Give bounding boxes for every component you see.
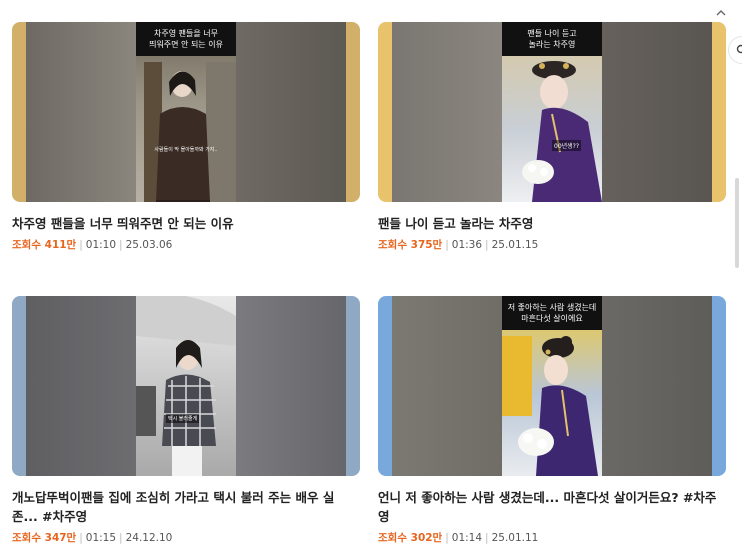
video-card[interactable]: 팬들 나이 듣고 놀라는 차주영 00년생?? 팬들 나이 듣고 놀라는 차주영… bbox=[378, 22, 726, 252]
video-title[interactable]: 언니 저 좋아하는 사람 생겼는데... 마흔다섯 살이거든요? #차주영 bbox=[378, 488, 726, 526]
video-thumbnail[interactable]: 저 좋아하는 사람 생겼는데 마흔다섯 살이에요 bbox=[378, 296, 726, 476]
video-frame: 팬들 나이 듣고 놀라는 차주영 00년생?? bbox=[502, 22, 602, 202]
video-thumbnail[interactable]: 택시 불러줄게 bbox=[12, 296, 360, 476]
video-frame: 차주영 팬들을 너무 띄워주면 안 되는 이유 사람들이 막 몰아들까봐 가지.… bbox=[136, 22, 236, 202]
person-illustration bbox=[144, 62, 236, 202]
video-title[interactable]: 개노답뚜벅이팬들 집에 조심히 가라고 택시 불러 주는 배우 실존... #차… bbox=[12, 488, 360, 526]
video-subtitle: 택시 불러줄게 bbox=[166, 414, 200, 423]
upload-date: 25.01.15 bbox=[491, 239, 539, 251]
video-title[interactable]: 팬들 나이 듣고 놀라는 차주영 bbox=[378, 214, 726, 233]
upload-date: 25.01.11 bbox=[491, 532, 539, 544]
person-illustration bbox=[502, 336, 598, 476]
view-count: 조회수 411만 bbox=[12, 239, 77, 251]
video-duration: 01:15 bbox=[85, 532, 117, 544]
view-count: 조회수 347만 bbox=[12, 532, 77, 544]
video-frame: 택시 불러줄게 bbox=[136, 296, 236, 476]
video-title[interactable]: 차주영 팬들을 너무 띄워주면 안 되는 이유 bbox=[12, 214, 360, 233]
video-subtitle: 사람들이 막 몰아들까봐 가지.. bbox=[154, 147, 218, 153]
scrollbar[interactable] bbox=[735, 178, 739, 268]
video-thumbnail[interactable]: 팬들 나이 듣고 놀라는 차주영 00년생?? bbox=[378, 22, 726, 202]
view-count: 조회수 375만 bbox=[378, 239, 443, 251]
video-subtitle: 00년생?? bbox=[552, 140, 582, 151]
person-illustration bbox=[522, 61, 602, 202]
upload-date: 25.03.06 bbox=[125, 239, 173, 251]
video-duration: 01:14 bbox=[451, 532, 483, 544]
person-illustration bbox=[136, 296, 236, 476]
video-card[interactable]: 차주영 팬들을 너무 띄워주면 안 되는 이유 사람들이 막 몰아들까봐 가지.… bbox=[12, 22, 360, 252]
video-duration: 01:36 bbox=[451, 239, 483, 251]
video-frame: 저 좋아하는 사람 생겼는데 마흔다섯 살이에요 bbox=[502, 296, 602, 476]
upload-date: 24.12.10 bbox=[125, 532, 173, 544]
video-card[interactable]: 택시 불러줄게 개노답뚜벅이팬들 집에 조심히 가라고 택시 불러 주는 배우 … bbox=[12, 296, 360, 545]
view-count: 조회수 302만 bbox=[378, 532, 443, 544]
video-meta: 조회수 375만 | 01:36 | 25.01.15 bbox=[378, 239, 539, 251]
video-meta: 조회수 411만 | 01:10 | 25.03.06 bbox=[12, 239, 173, 251]
video-meta: 조회수 302만 | 01:14 | 25.01.11 bbox=[378, 532, 539, 544]
search-icon bbox=[736, 44, 742, 54]
chevron-up-icon[interactable] bbox=[716, 8, 726, 18]
video-card[interactable]: 저 좋아하는 사람 생겼는데 마흔다섯 살이에요 언니 저 좋아하는 사람 생겼… bbox=[378, 296, 726, 545]
video-meta: 조회수 347만 | 01:15 | 24.12.10 bbox=[12, 532, 173, 544]
video-duration: 01:10 bbox=[85, 239, 117, 251]
video-thumbnail[interactable]: 차주영 팬들을 너무 띄워주면 안 되는 이유 사람들이 막 몰아들까봐 가지.… bbox=[12, 22, 360, 202]
side-action-button[interactable] bbox=[728, 36, 742, 64]
